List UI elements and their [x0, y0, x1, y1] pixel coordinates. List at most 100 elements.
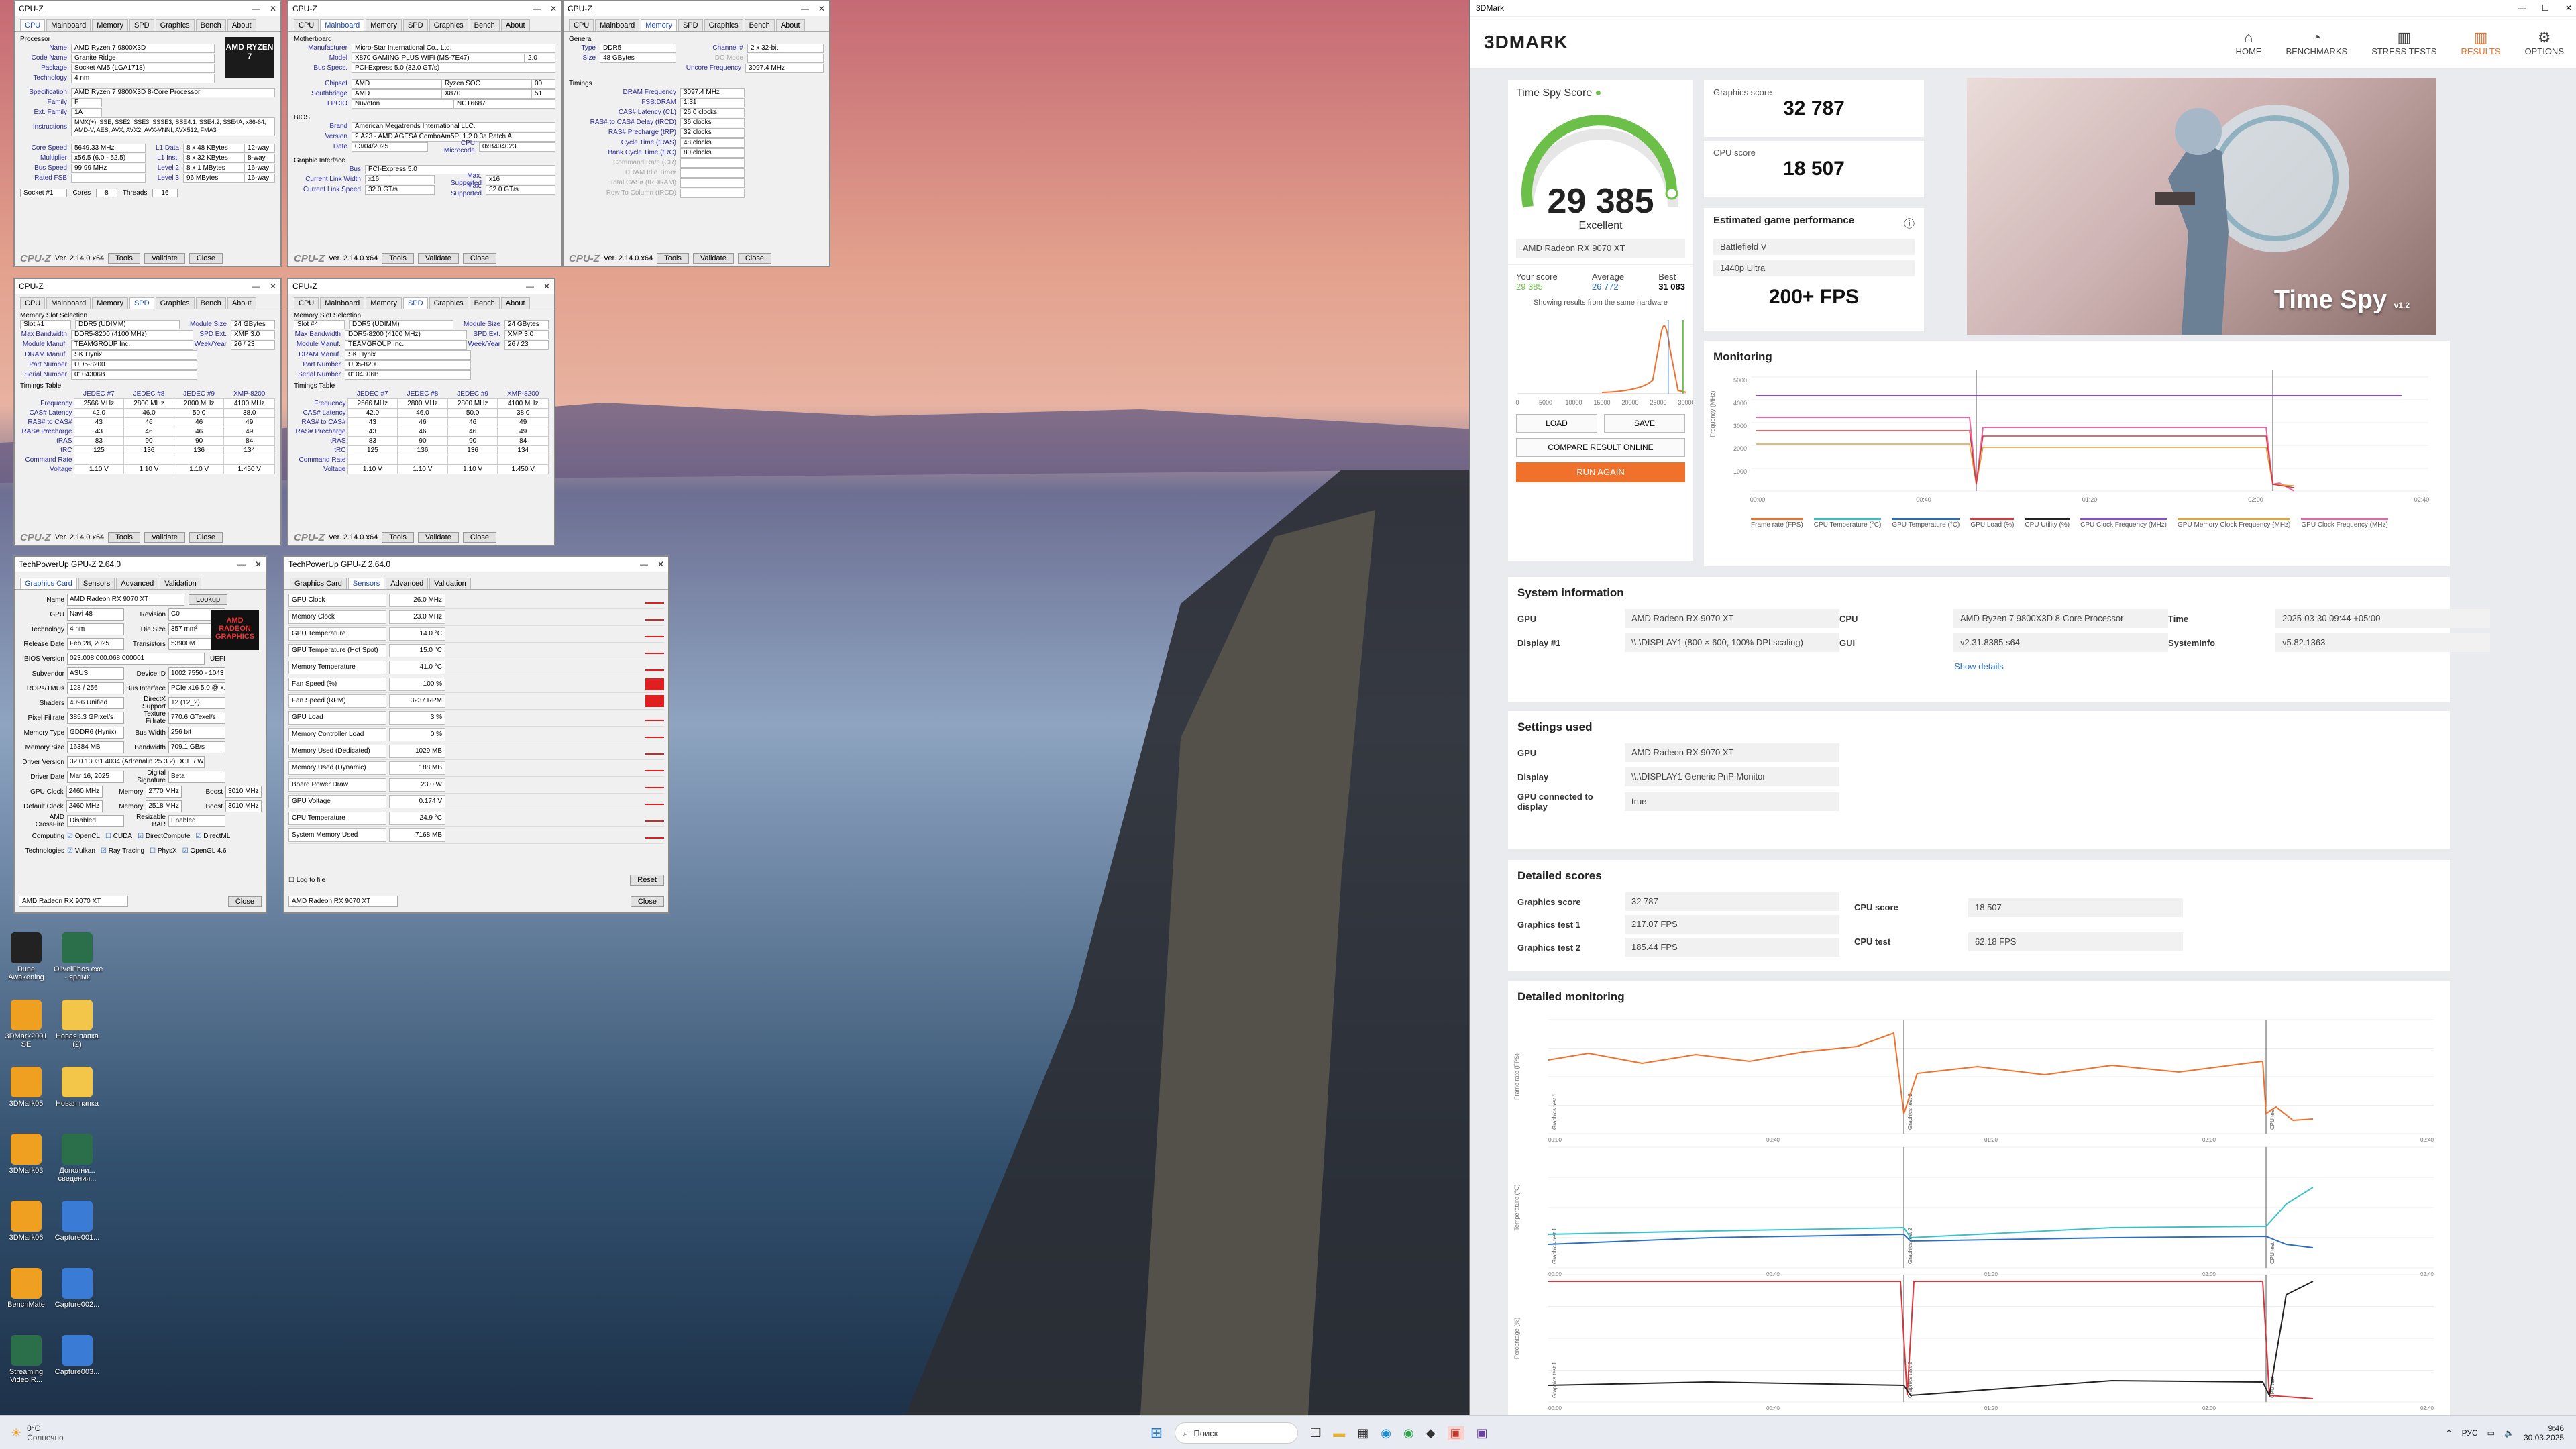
slot-select[interactable]: Slot #4 — [294, 319, 345, 329]
tab-memory[interactable]: Memory — [366, 19, 402, 31]
tab-graphics[interactable]: Graphics — [155, 297, 195, 309]
close-button[interactable]: ✕ — [550, 4, 557, 13]
feature-checkbox[interactable]: ☑ Ray Tracing — [101, 847, 144, 855]
log-to-file-checkbox[interactable]: ☐ Log to file — [288, 877, 325, 884]
close-button[interactable]: Close — [737, 253, 771, 264]
load-button[interactable]: LOAD — [1516, 414, 1597, 433]
close-button[interactable]: ✕ — [818, 4, 825, 13]
close-button[interactable]: ✕ — [543, 282, 550, 291]
tab-advanced[interactable]: Advanced — [116, 578, 159, 589]
legend-item[interactable]: GPU Memory Clock Frequency (MHz) — [2178, 518, 2291, 529]
close-button[interactable]: ✕ — [270, 4, 276, 13]
sensor-label[interactable]: Memory Clock — [288, 610, 386, 624]
tab-memory[interactable]: Memory — [366, 297, 402, 309]
desktop-shortcut[interactable]: 3DMark05 — [3, 1067, 50, 1108]
nav-options[interactable]: ⚙ OPTIONS — [2524, 29, 2564, 56]
close-button[interactable]: ✕ — [657, 559, 664, 569]
desktop-shortcut[interactable]: 3DMark06 — [3, 1201, 50, 1242]
feature-checkbox[interactable]: ☑ Vulkan — [67, 847, 95, 855]
minimize-button[interactable]: — — [801, 4, 809, 13]
desktop-shortcut[interactable]: Новая папка — [54, 1067, 101, 1108]
socket-select[interactable]: Socket #1 — [20, 189, 68, 197]
validate-button[interactable]: Validate — [144, 532, 185, 543]
tab-bench[interactable]: Bench — [195, 297, 226, 309]
tab-graphics[interactable]: Graphics — [155, 19, 195, 31]
tab-memory[interactable]: Memory — [92, 19, 128, 31]
legend-item[interactable]: CPU Temperature (°C) — [1813, 518, 1882, 529]
sensor-label[interactable]: Memory Used (Dynamic) — [288, 761, 386, 775]
tab-graphics[interactable]: Graphics — [704, 19, 743, 31]
tab-advanced[interactable]: Advanced — [386, 578, 429, 589]
3dmark-taskbar-icon[interactable]: ◆ — [1426, 1426, 1436, 1440]
tab-graphics-card[interactable]: Graphics Card — [290, 578, 347, 589]
minimize-button[interactable]: — — [640, 559, 648, 569]
tab-about[interactable]: About — [500, 297, 530, 309]
chrome-icon[interactable]: ◉ — [1403, 1426, 1414, 1440]
tab-bench[interactable]: Bench — [469, 297, 500, 309]
close-button[interactable]: Close — [189, 532, 223, 543]
tab-spd[interactable]: SPD — [402, 297, 428, 309]
volume-icon[interactable]: 🔈 — [2504, 1428, 2514, 1438]
tools-button[interactable]: Tools — [108, 253, 140, 264]
tab-cpu[interactable]: CPU — [569, 19, 594, 31]
maximize-button[interactable]: ☐ — [2542, 3, 2549, 13]
sensor-label[interactable]: Memory Used (Dedicated) — [288, 745, 386, 758]
close-button[interactable]: Close — [227, 896, 262, 907]
sensor-label[interactable]: GPU Temperature (Hot Spot) — [288, 644, 386, 657]
tab-memory[interactable]: Memory — [92, 297, 128, 309]
sensor-label[interactable]: GPU Clock — [288, 594, 386, 607]
tools-button[interactable]: Tools — [108, 532, 140, 543]
tools-button[interactable]: Tools — [657, 253, 689, 264]
minimize-button[interactable]: — — [533, 4, 541, 13]
compare-online-button[interactable]: COMPARE RESULT ONLINE — [1516, 438, 1685, 457]
tab-spd[interactable]: SPD — [129, 19, 154, 31]
gpuz-taskbar-icon[interactable]: ▣ — [1447, 1426, 1464, 1440]
tray-chevron-icon[interactable]: ⌃ — [2446, 1428, 2453, 1438]
close-button[interactable]: ✕ — [255, 559, 262, 569]
tab-mainboard[interactable]: Mainboard — [320, 19, 365, 31]
sensor-label[interactable]: CPU Temperature — [288, 812, 386, 825]
legend-item[interactable]: GPU Clock Frequency (MHz) — [2301, 518, 2388, 529]
sensor-label[interactable]: Fan Speed (RPM) — [288, 694, 386, 708]
feature-checkbox[interactable]: ☑ OpenCL — [67, 833, 100, 840]
clock[interactable]: 9:46 30.03.2025 — [2524, 1424, 2564, 1442]
desktop-shortcut[interactable]: Capture003... — [54, 1335, 101, 1376]
tab-cpu[interactable]: CPU — [294, 297, 319, 309]
close-button[interactable]: Close — [630, 896, 664, 907]
edge-icon[interactable]: ◉ — [1381, 1426, 1391, 1440]
sensor-label[interactable]: Memory Temperature — [288, 661, 386, 674]
tab-cpu[interactable]: CPU — [20, 297, 46, 309]
minimize-button[interactable]: — — [526, 282, 534, 291]
legend-item[interactable]: GPU Temperature (°C) — [1892, 518, 1960, 529]
tab-mainboard[interactable]: Mainboard — [595, 19, 640, 31]
minimize-button[interactable]: — — [252, 282, 260, 291]
tab-memory[interactable]: Memory — [641, 19, 677, 31]
feature-checkbox[interactable]: ☑ OpenGL 4.6 — [182, 847, 227, 855]
desktop-shortcut[interactable]: 3DMark03 — [3, 1134, 50, 1175]
tab-sensors[interactable]: Sensors — [78, 578, 115, 589]
gpu-select[interactable]: AMD Radeon RX 9070 XT — [288, 896, 398, 907]
tab-validation[interactable]: Validation — [160, 578, 201, 589]
tab-graphics[interactable]: Graphics — [429, 19, 468, 31]
lookup-button[interactable]: Lookup — [189, 594, 228, 605]
tab-bench[interactable]: Bench — [744, 19, 775, 31]
tab-bench[interactable]: Bench — [195, 19, 226, 31]
nav-benchmarks[interactable]: ◔ BENCHMARKS — [2286, 29, 2347, 56]
desktop-shortcut[interactable]: Дополни... сведения... — [54, 1134, 101, 1183]
validate-button[interactable]: Validate — [417, 253, 459, 264]
legend-item[interactable]: CPU Clock Frequency (MHz) — [2080, 518, 2167, 529]
desktop-shortcut[interactable]: Streaming Video R... — [3, 1335, 50, 1384]
sensor-label[interactable]: GPU Voltage — [288, 795, 386, 808]
desktop-shortcut[interactable]: Dune Awakening — [3, 932, 50, 981]
desktop-shortcut[interactable]: Capture002... — [54, 1268, 101, 1309]
close-button[interactable]: Close — [462, 253, 496, 264]
tab-mainboard[interactable]: Mainboard — [320, 297, 365, 309]
network-icon[interactable]: ▭ — [2487, 1428, 2495, 1438]
file-explorer-icon[interactable]: ▬ — [1333, 1426, 1345, 1440]
minimize-button[interactable]: — — [252, 4, 260, 13]
legend-item[interactable]: GPU Load (%) — [1970, 518, 2015, 529]
feature-checkbox[interactable]: ☑ DirectCompute — [138, 833, 190, 840]
desktop-shortcut[interactable]: Новая папка (2) — [54, 1000, 101, 1049]
tab-graphics[interactable]: Graphics — [429, 297, 468, 309]
save-button[interactable]: SAVE — [1604, 414, 1685, 433]
